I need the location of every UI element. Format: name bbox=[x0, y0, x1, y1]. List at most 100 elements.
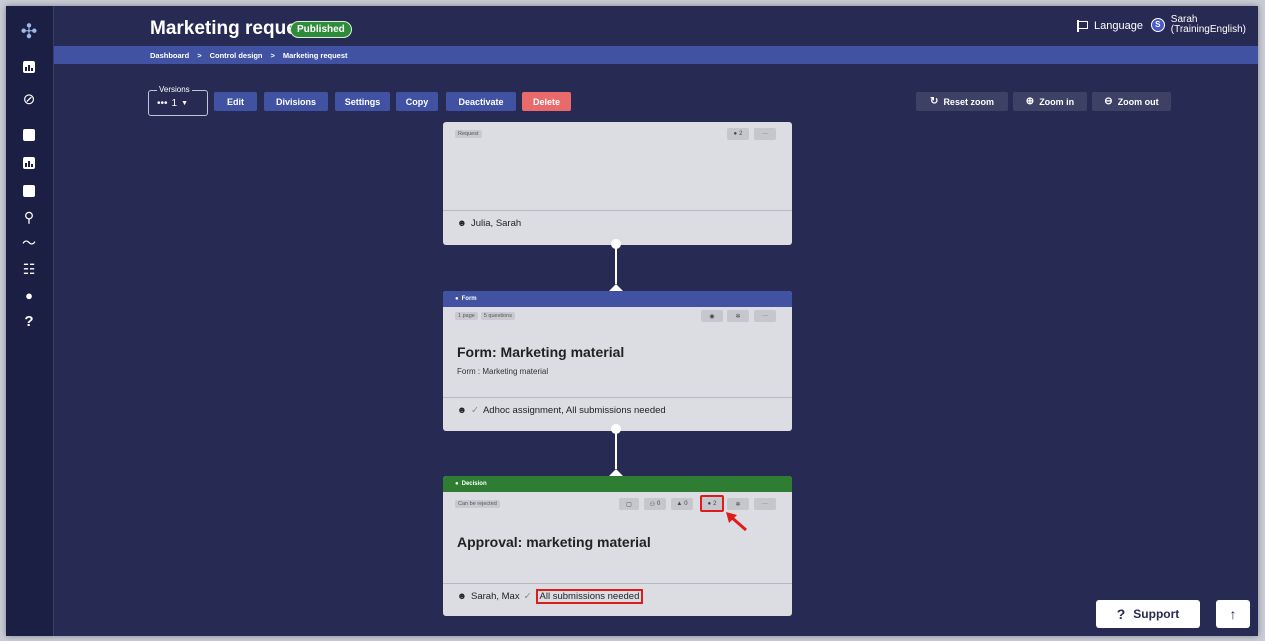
sidebar-check-circle-icon[interactable]: ⊘ bbox=[20, 90, 38, 108]
support-label: Support bbox=[1133, 607, 1180, 621]
more-options-button[interactable]: ··· bbox=[754, 498, 776, 510]
delete-button[interactable]: Delete bbox=[522, 92, 571, 111]
zoom-out-button[interactable]: ⊖ Zoom out bbox=[1092, 92, 1171, 111]
sidebar-trend-icon[interactable]: 〜 bbox=[20, 234, 38, 252]
reset-icon: ↻ bbox=[930, 96, 939, 107]
notification-count-button[interactable]: ▲ 0 bbox=[671, 498, 693, 510]
sidebar-library-icon[interactable] bbox=[20, 182, 38, 200]
notification-count: 0 bbox=[684, 501, 688, 507]
versions-value: 1 bbox=[171, 98, 178, 109]
user-icon: ● bbox=[733, 131, 738, 137]
help-icon: ? bbox=[1116, 606, 1126, 622]
settings-button[interactable]: Settings bbox=[335, 92, 390, 111]
sidebar-dashboard-icon[interactable] bbox=[20, 58, 38, 76]
form-step-card[interactable]: ● Form 1 page 5 questions ◉ ✲ ··· Form: … bbox=[443, 291, 792, 431]
top-header: Marketing request Published Language S S… bbox=[54, 6, 1258, 46]
user-icon: ☻ bbox=[457, 591, 467, 602]
versions-label: Versions bbox=[157, 85, 192, 94]
decision-type-label: Decision bbox=[461, 481, 487, 487]
decision-type-icon: ● bbox=[455, 481, 459, 487]
breadcrumb-dashboard[interactable]: Dashboard bbox=[150, 51, 189, 60]
request-step-card[interactable]: Request ● 2 ··· ☻ Julia, Sarah bbox=[443, 122, 792, 245]
breadcrumb-control-design[interactable]: Control design bbox=[210, 51, 263, 60]
deactivate-button[interactable]: Deactivate bbox=[446, 92, 516, 111]
language-selector[interactable]: Language bbox=[1076, 20, 1143, 32]
sidebar-search-icon[interactable]: ⚲ bbox=[20, 208, 38, 226]
breadcrumb-separator: > bbox=[270, 50, 275, 60]
decision-submission-rule: All submissions needed bbox=[535, 589, 644, 604]
breadcrumb: Dashboard > Control design > Marketing r… bbox=[54, 46, 1258, 64]
breadcrumb-separator: > bbox=[197, 50, 202, 60]
check-icon: ✓ bbox=[523, 591, 532, 602]
user-icon: ☻ bbox=[457, 218, 467, 229]
connector-arrow-icon bbox=[609, 284, 623, 291]
assignees-count: 2 bbox=[739, 131, 743, 137]
calendar-icon: ▢ bbox=[626, 501, 632, 508]
decision-tags: Can be rejected bbox=[455, 500, 500, 508]
preview-button[interactable]: ◉ bbox=[701, 310, 723, 322]
zoom-in-label: Zoom in bbox=[1039, 96, 1075, 107]
copy-button[interactable]: Copy bbox=[396, 92, 438, 111]
form-type-label: Form bbox=[461, 296, 477, 302]
calendar-button[interactable]: ▢ bbox=[619, 498, 639, 510]
request-assignees: Julia, Sarah bbox=[471, 218, 522, 229]
app-logo-icon[interactable]: ✣ bbox=[18, 20, 40, 43]
bell-icon: ▲ bbox=[676, 501, 683, 507]
user-menu[interactable]: S Sarah (TrainingEnglish) bbox=[1150, 14, 1246, 35]
questions-tag: 5 questions bbox=[480, 312, 515, 320]
gear-icon: ✲ bbox=[735, 501, 741, 508]
gear-icon: ✲ bbox=[735, 313, 741, 320]
user-icon: ● bbox=[707, 500, 712, 507]
request-tag: Request bbox=[455, 130, 482, 138]
sidebar-security-icon[interactable]: ● bbox=[20, 286, 38, 304]
version-dots-icon: ••• bbox=[157, 98, 168, 109]
connector-line bbox=[615, 429, 617, 469]
divisions-button[interactable]: Divisions bbox=[264, 92, 328, 111]
connector-arrow-icon bbox=[609, 469, 623, 476]
assignees-count-button[interactable]: ● 2 bbox=[727, 128, 749, 140]
versions-select[interactable]: Versions ••• 1 ▼ bbox=[148, 85, 208, 116]
sidebar-help-icon[interactable]: ? bbox=[20, 312, 38, 330]
request-tags: Request bbox=[455, 130, 482, 138]
delegation-count: 0 bbox=[657, 501, 661, 507]
sidebar-reports-icon[interactable] bbox=[20, 154, 38, 172]
form-subtitle: Form : Marketing material bbox=[457, 367, 549, 376]
status-badge: Published bbox=[290, 21, 352, 38]
check-icon: ✓ bbox=[471, 405, 479, 416]
decision-card-header: ● Decision bbox=[443, 476, 792, 492]
delegation-count-button[interactable]: ⚇ 0 bbox=[644, 498, 666, 510]
form-card-header: ● Form bbox=[443, 291, 792, 307]
decision-step-card[interactable]: ● Decision Can be rejected ▢ ⚇ 0 ▲ 0 ● 2… bbox=[443, 476, 792, 616]
support-button[interactable]: ? Support bbox=[1096, 600, 1200, 628]
settings-gear-button[interactable]: ✲ bbox=[727, 498, 749, 510]
pages-tag: 1 page bbox=[455, 312, 478, 320]
scroll-to-top-button[interactable]: ↑ bbox=[1216, 600, 1250, 628]
breadcrumb-current: Marketing request bbox=[282, 50, 348, 60]
approvers-count-button[interactable]: ● 2 bbox=[700, 495, 724, 512]
chevron-down-icon: ▼ bbox=[181, 100, 189, 107]
request-footer: ☻ Julia, Sarah bbox=[443, 210, 792, 236]
flag-icon bbox=[1076, 20, 1089, 32]
reset-zoom-label: Reset zoom bbox=[943, 96, 994, 107]
group-icon: ⚇ bbox=[649, 501, 656, 508]
sidebar-sliders-icon[interactable]: ☷ bbox=[20, 260, 38, 278]
decision-title: Approval: marketing material bbox=[457, 534, 651, 550]
form-title: Form: Marketing material bbox=[457, 344, 625, 360]
avatar: S bbox=[1150, 18, 1165, 32]
zoom-in-button[interactable]: ⊕ Zoom in bbox=[1013, 92, 1087, 111]
zoom-out-icon: ⊖ bbox=[1104, 96, 1113, 107]
settings-gear-button[interactable]: ✲ bbox=[727, 310, 749, 322]
user-name: Sarah (TrainingEnglish) bbox=[1170, 14, 1246, 35]
zoom-in-icon: ⊕ bbox=[1025, 96, 1035, 107]
zoom-out-label: Zoom out bbox=[1117, 96, 1159, 107]
more-options-button[interactable]: ··· bbox=[754, 128, 776, 140]
more-options-button[interactable]: ··· bbox=[754, 310, 776, 322]
decision-assignees: Sarah, Max bbox=[471, 591, 520, 602]
edit-button[interactable]: Edit bbox=[214, 92, 257, 111]
form-tags: 1 page 5 questions bbox=[455, 312, 515, 320]
reset-zoom-button[interactable]: ↻ Reset zoom bbox=[916, 92, 1008, 111]
language-label: Language bbox=[1094, 20, 1143, 32]
can-be-rejected-tag: Can be rejected bbox=[455, 500, 500, 508]
sidebar-chat-icon[interactable] bbox=[20, 126, 38, 144]
user-icon: ☻ bbox=[457, 405, 467, 416]
